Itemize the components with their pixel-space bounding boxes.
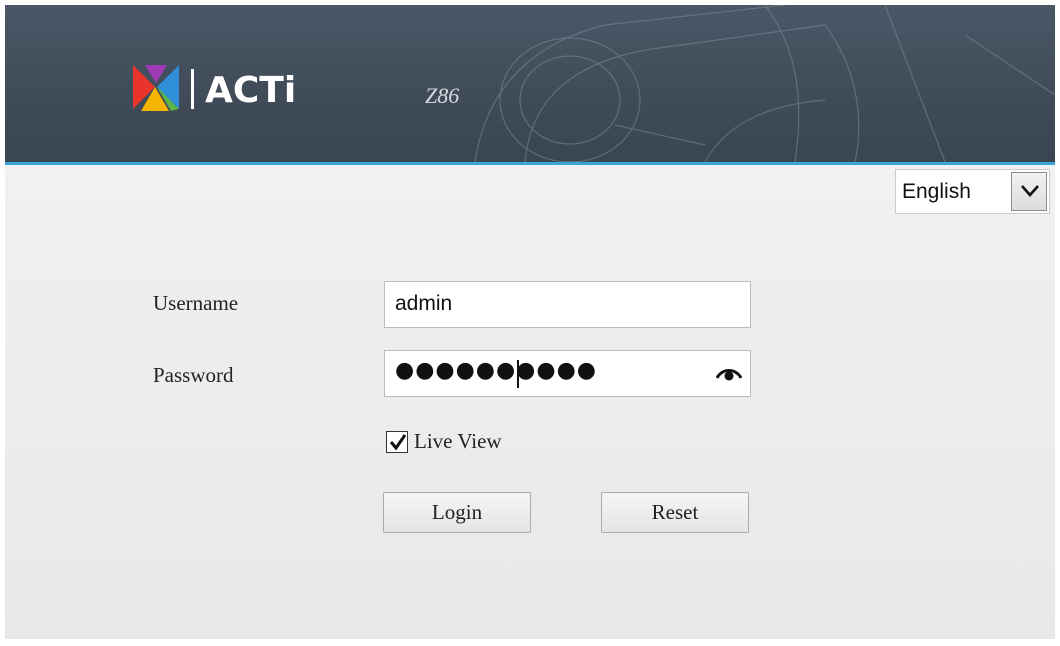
text-caret — [517, 360, 519, 388]
login-page: ACTi Z86 English Username admin Password… — [5, 5, 1055, 639]
acti-logo-icon: ACTi — [133, 65, 296, 111]
language-selected-value: English — [902, 180, 971, 203]
live-view-label[interactable]: Live View — [414, 429, 502, 454]
header-banner: ACTi Z86 — [5, 5, 1055, 162]
login-button[interactable]: Login — [383, 492, 531, 533]
language-select[interactable]: English — [895, 169, 1050, 214]
username-input[interactable]: admin — [384, 281, 751, 328]
password-label: Password — [153, 363, 234, 387]
checkmark-icon — [389, 434, 407, 451]
username-label: Username — [153, 291, 239, 315]
header-accent-line — [5, 162, 1055, 165]
password-masked-value: ●●●●●●●●●● — [395, 358, 597, 383]
eye-icon[interactable] — [716, 365, 742, 381]
username-value: admin — [395, 292, 453, 315]
reset-button[interactable]: Reset — [601, 492, 749, 533]
model-name: Z86 — [425, 83, 460, 108]
live-view-checkbox[interactable] — [386, 431, 408, 453]
chevron-down-icon — [1021, 185, 1039, 197]
language-dropdown-button[interactable] — [1011, 172, 1047, 211]
brand-text: ACTi — [205, 70, 296, 111]
password-input[interactable]: ●●●●●●●●●● — [384, 350, 751, 397]
